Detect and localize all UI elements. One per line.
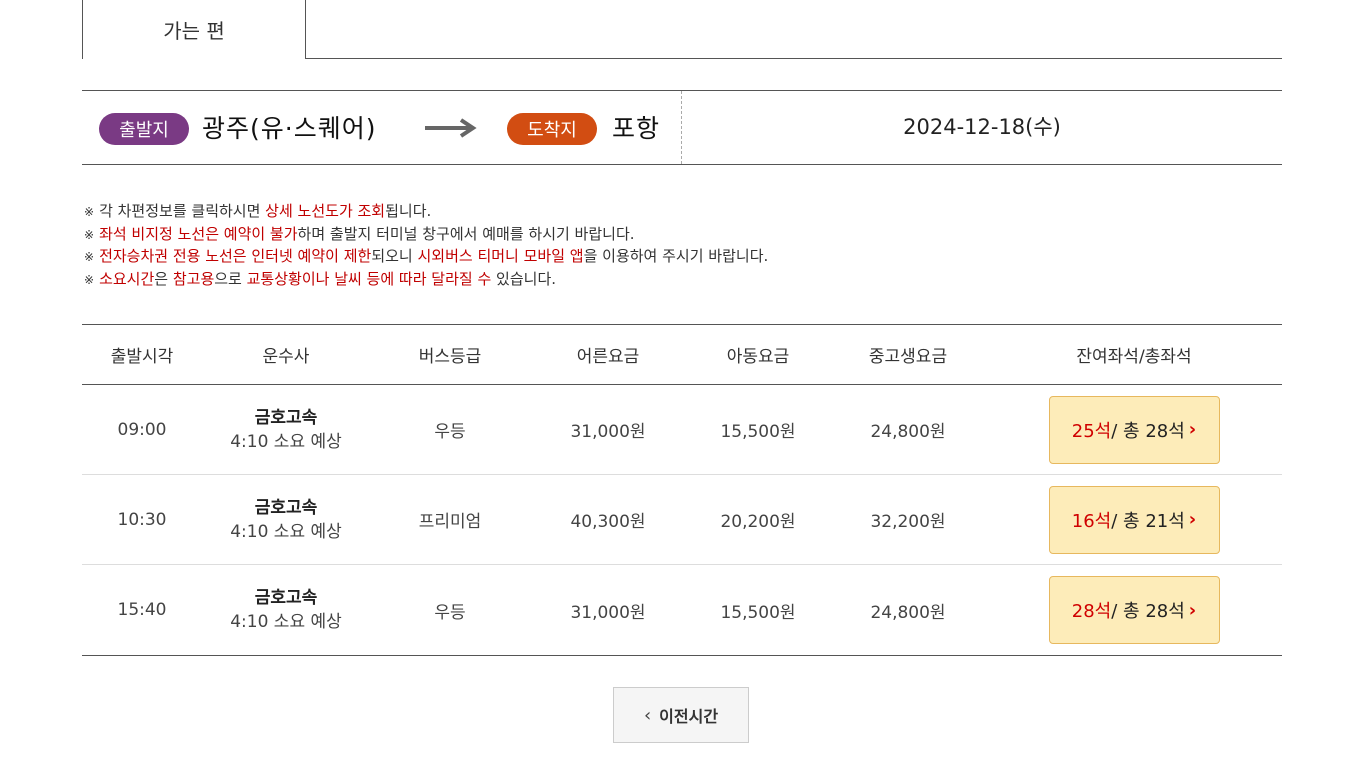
adult-fare: 40,300원 bbox=[570, 512, 646, 532]
header-adult-fare: 어른요금 bbox=[576, 347, 640, 367]
child-fare: 15,500원 bbox=[720, 422, 796, 442]
departure-time: 09:00 bbox=[117, 419, 167, 440]
notice-text: 각 차편정보를 클릭하시면 bbox=[99, 202, 266, 220]
company-name: 금호고속 bbox=[254, 588, 318, 608]
departure-time: 10:30 bbox=[117, 509, 167, 530]
header-youth-fare: 중고생요금 bbox=[868, 347, 948, 367]
notice-highlight: 시외버스 티머니 모바일 앱 bbox=[417, 247, 584, 265]
adult-fare: 31,000원 bbox=[570, 602, 646, 623]
duration: 4:10 소요 예상 bbox=[230, 612, 342, 632]
departure-time: 15:40 bbox=[117, 600, 167, 620]
arrow-right-icon bbox=[425, 118, 477, 138]
total-seats: / 총 28석 bbox=[1111, 601, 1185, 622]
seats-cell: 16석 / 총 21석 › bbox=[986, 485, 1282, 554]
bus-grade: 프리미엄 bbox=[418, 512, 482, 532]
route-summary: 출발지 광주(유·스퀘어) 도착지 포항 2024-12-18(수) bbox=[82, 90, 1282, 165]
select-seat-button[interactable]: 16석 / 총 21석 › bbox=[1048, 485, 1220, 554]
notice-mark: ※ bbox=[84, 250, 95, 264]
table-row[interactable]: 10:30 금호고속 4:10 소요 예상 프리미엄 40,300원 20,20… bbox=[82, 475, 1282, 565]
remaining-seats: 25석 bbox=[1071, 420, 1112, 442]
duration: 4:10 소요 예상 bbox=[230, 521, 342, 542]
seats-cell: 25석 / 총 28석 › bbox=[986, 395, 1282, 464]
company-cell: 금호고속 4:10 소요 예상 bbox=[202, 586, 370, 634]
chevron-right-icon: › bbox=[1188, 419, 1197, 440]
notice-mark: ※ bbox=[84, 272, 95, 287]
table-row[interactable]: 09:00 금호고속 4:10 소요 예상 우등 31,000원 15,500원… bbox=[82, 385, 1282, 475]
select-seat-button[interactable]: 25석 / 총 28석 › bbox=[1048, 395, 1220, 464]
seats-cell: 28석 / 총 28석 › bbox=[986, 576, 1282, 644]
company-name: 금호고속 bbox=[254, 497, 318, 518]
notice-text: 은 bbox=[154, 269, 173, 288]
notice-text: 으로 bbox=[214, 269, 247, 288]
header-bus-grade: 버스등급 bbox=[418, 347, 482, 367]
adult-fare: 31,000원 bbox=[570, 422, 646, 442]
notice-item: ※ 각 차편정보를 클릭하시면 상세 노선도가 조회됩니다. bbox=[84, 201, 768, 224]
notice-mark: ※ bbox=[84, 205, 95, 219]
company-cell: 금호고속 4:10 소요 예상 bbox=[202, 496, 370, 544]
notice-mark: ※ bbox=[84, 227, 95, 242]
notice-text: 되오니 bbox=[371, 247, 418, 265]
notice-text: 됩니다. bbox=[385, 202, 432, 220]
header-company: 운수사 bbox=[262, 347, 310, 367]
chevron-right-icon: › bbox=[1188, 599, 1197, 621]
schedule-table: 출발시각 운수사 버스등급 어른요금 아동요금 중고생요금 잔여좌석/총좌석 0… bbox=[82, 324, 1282, 656]
notice-item: ※ 전자승차권 전용 노선은 인터넷 예약이 제한되오니 시외버스 티머니 모바일… bbox=[84, 246, 768, 269]
notice-highlight: 소요시간 bbox=[99, 269, 155, 288]
notice-highlight: 좌석 비지정 노선은 예약이 불가 bbox=[99, 224, 298, 243]
total-seats: / 총 28석 bbox=[1111, 420, 1185, 442]
notice-item: ※ 좌석 비지정 노선은 예약이 불가하며 출발지 터미널 창구에서 예매를 하시… bbox=[84, 224, 768, 247]
header-child-fare: 아동요금 bbox=[726, 347, 790, 367]
notice-highlight: 전자승차권 전용 노선은 인터넷 예약이 제한 bbox=[99, 247, 372, 265]
duration: 4:10 소요 예상 bbox=[230, 431, 342, 452]
youth-fare: 24,800원 bbox=[870, 422, 946, 442]
table-row[interactable]: 15:40 금호고속 4:10 소요 예상 우등 31,000원 15,500원… bbox=[82, 565, 1282, 655]
chevron-left-icon: ‹ bbox=[643, 704, 652, 726]
notice-text: 을 이용하여 주시기 바랍니다. bbox=[583, 247, 769, 265]
notice-highlight: 참고용 bbox=[172, 269, 215, 288]
arrival-place: 포항 bbox=[612, 114, 661, 143]
total-seats: / 총 21석 bbox=[1111, 510, 1185, 532]
notice-item: ※ 소요시간은 참고용으로 교통상황이나 날씨 등에 따라 달라질 수 있습니다. bbox=[84, 269, 768, 292]
travel-date: 2024-12-18(수) bbox=[903, 115, 1061, 139]
company-cell: 금호고속 4:10 소요 예상 bbox=[202, 406, 370, 454]
arrival-badge: 도착지 bbox=[507, 113, 597, 145]
select-seat-button[interactable]: 28석 / 총 28석 › bbox=[1048, 576, 1220, 644]
route-places: 출발지 광주(유·스퀘어) 도착지 포항 bbox=[82, 91, 682, 164]
notice-highlight: 교통상황이나 날씨 등에 따라 달라질 수 bbox=[246, 269, 492, 288]
previous-time-button[interactable]: ‹ 이전시간 bbox=[613, 687, 749, 743]
notice-text: 하며 출발지 터미널 창구에서 예매를 하시기 바랍니다. bbox=[297, 224, 635, 243]
bus-grade: 우등 bbox=[434, 422, 466, 442]
table-header: 출발시각 운수사 버스등급 어른요금 아동요금 중고생요금 잔여좌석/총좌석 bbox=[82, 325, 1282, 385]
notice-list: ※ 각 차편정보를 클릭하시면 상세 노선도가 조회됩니다. ※ 좌석 비지정 노선은… bbox=[84, 201, 768, 291]
chevron-right-icon: › bbox=[1188, 509, 1197, 530]
notice-text: 있습니다. bbox=[491, 269, 557, 288]
child-fare: 15,500원 bbox=[720, 602, 796, 623]
header-departure-time: 출발시각 bbox=[110, 347, 174, 367]
remaining-seats: 28석 bbox=[1071, 601, 1112, 622]
tab-outbound[interactable]: 가는 편 bbox=[82, 0, 306, 59]
child-fare: 20,200원 bbox=[720, 512, 796, 532]
departure-place: 광주(유·스퀘어) bbox=[202, 114, 377, 143]
previous-time-label: 이전시간 bbox=[659, 707, 719, 726]
youth-fare: 24,800원 bbox=[870, 602, 946, 623]
youth-fare: 32,200원 bbox=[870, 512, 946, 532]
notice-highlight: 상세 노선도가 조회 bbox=[265, 202, 386, 220]
remaining-seats: 16석 bbox=[1071, 510, 1112, 532]
bus-grade: 우등 bbox=[434, 602, 466, 623]
company-name: 금호고속 bbox=[254, 407, 318, 428]
header-seats: 잔여좌석/총좌석 bbox=[1076, 347, 1192, 367]
departure-badge: 출발지 bbox=[99, 113, 189, 145]
